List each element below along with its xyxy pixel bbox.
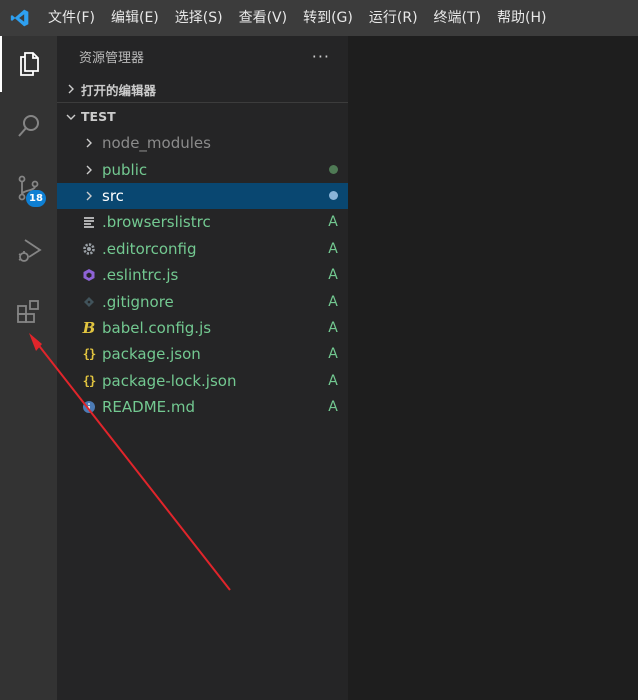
- files-icon: [19, 52, 39, 76]
- editor-area: [348, 36, 638, 700]
- chevron-right-icon: [79, 186, 99, 206]
- file-name: package-lock.json: [102, 371, 237, 390]
- file-name: .browserslistrc: [102, 213, 211, 232]
- chevron-right-icon: [79, 133, 99, 153]
- json-braces-icon: {}: [82, 373, 96, 388]
- file-name: src: [102, 186, 124, 205]
- menu-edit[interactable]: 编辑(E): [103, 0, 167, 36]
- chevron-right-icon: [79, 160, 99, 180]
- file-name: .gitignore: [102, 292, 174, 311]
- file-row[interactable]: .editorconfig A: [57, 236, 348, 262]
- sidebar-header: 资源管理器 ···: [57, 36, 348, 76]
- git-status-badge: A: [328, 372, 338, 389]
- git-status-badge: A: [328, 319, 338, 336]
- file-row[interactable]: .browserslistrc A: [57, 209, 348, 235]
- file-row[interactable]: public: [57, 156, 348, 182]
- menu-run[interactable]: 运行(R): [361, 0, 426, 36]
- sidebar-title: 资源管理器: [79, 50, 145, 66]
- menu-help[interactable]: 帮助(H): [489, 0, 554, 36]
- git-status-badge: A: [328, 346, 338, 363]
- file-row[interactable]: .gitignore A: [57, 288, 348, 314]
- vscode-logo-icon: [0, 0, 40, 36]
- explorer-sidebar: 资源管理器 ··· 打开的编辑器 TEST node_modulespublic…: [57, 36, 348, 700]
- search-button[interactable]: [0, 98, 57, 154]
- menu-file[interactable]: 文件(F): [40, 0, 103, 36]
- file-name: package.json: [102, 345, 201, 364]
- workspace-label: TEST: [81, 109, 116, 124]
- dot-icon: [328, 164, 338, 174]
- file-name: README.md: [102, 398, 196, 417]
- open-editors-label: 打开的编辑器: [81, 82, 157, 98]
- json-braces-icon: {}: [82, 347, 96, 362]
- menu-go[interactable]: 转到(G): [295, 0, 361, 36]
- file-name: public: [102, 160, 148, 179]
- open-editors-section[interactable]: 打开的编辑器: [57, 76, 348, 102]
- git-status-badge: A: [328, 240, 338, 257]
- git-status-badge: A: [328, 214, 338, 231]
- source-control-badge: 18: [26, 190, 46, 207]
- git-icon: [79, 292, 99, 312]
- info-icon: [79, 397, 99, 417]
- file-row[interactable]: {} package.json A: [57, 341, 348, 367]
- run-debug-icon: [18, 239, 42, 262]
- file-name: .editorconfig: [102, 239, 197, 258]
- list-icon: [79, 212, 99, 232]
- file-row[interactable]: README.md A: [57, 394, 348, 420]
- file-name: babel.config.js: [102, 318, 212, 337]
- file-row[interactable]: src: [57, 182, 348, 210]
- git-status-badge: A: [328, 399, 338, 416]
- menu-selection[interactable]: 选择(S): [167, 0, 231, 36]
- file-tree: node_modules public src .browserslistrc A .ed…: [57, 130, 348, 420]
- file-row[interactable]: Bbabel.config.js A: [57, 315, 348, 341]
- babel-icon: B: [82, 318, 96, 337]
- chevron-right-icon: [63, 81, 79, 97]
- file-name: .eslintrc.js: [102, 266, 179, 285]
- extensions-icon: [16, 300, 39, 323]
- dot-icon: [328, 190, 338, 200]
- git-status-badge: A: [328, 293, 338, 310]
- search-icon: [17, 115, 39, 137]
- activity-bar: 18: [0, 36, 57, 700]
- source-control-button[interactable]: [0, 160, 57, 216]
- menu-terminal[interactable]: 终端(T): [426, 0, 489, 36]
- menu-view[interactable]: 查看(V): [231, 0, 296, 36]
- file-row[interactable]: {} package-lock.json A: [57, 368, 348, 394]
- modified-dot-icon: [318, 188, 348, 204]
- git-status-badge: A: [328, 267, 338, 284]
- more-actions-button[interactable]: ···: [312, 47, 330, 66]
- file-row[interactable]: node_modules: [57, 130, 348, 156]
- run-debug-button[interactable]: [0, 222, 57, 278]
- chevron-down-icon: [63, 109, 79, 125]
- eslint-icon: [79, 265, 99, 285]
- explorer-button[interactable]: [0, 36, 57, 92]
- file-name: node_modules: [102, 134, 211, 153]
- modified-dot-icon: [318, 162, 348, 178]
- extensions-button[interactable]: [0, 284, 57, 340]
- workspace-section[interactable]: TEST: [57, 102, 348, 130]
- title-bar: 文件(F) 编辑(E) 选择(S) 查看(V) 转到(G) 运行(R) 终端(T…: [0, 0, 638, 36]
- file-row[interactable]: .eslintrc.js A: [57, 262, 348, 288]
- gear-icon: [79, 239, 99, 259]
